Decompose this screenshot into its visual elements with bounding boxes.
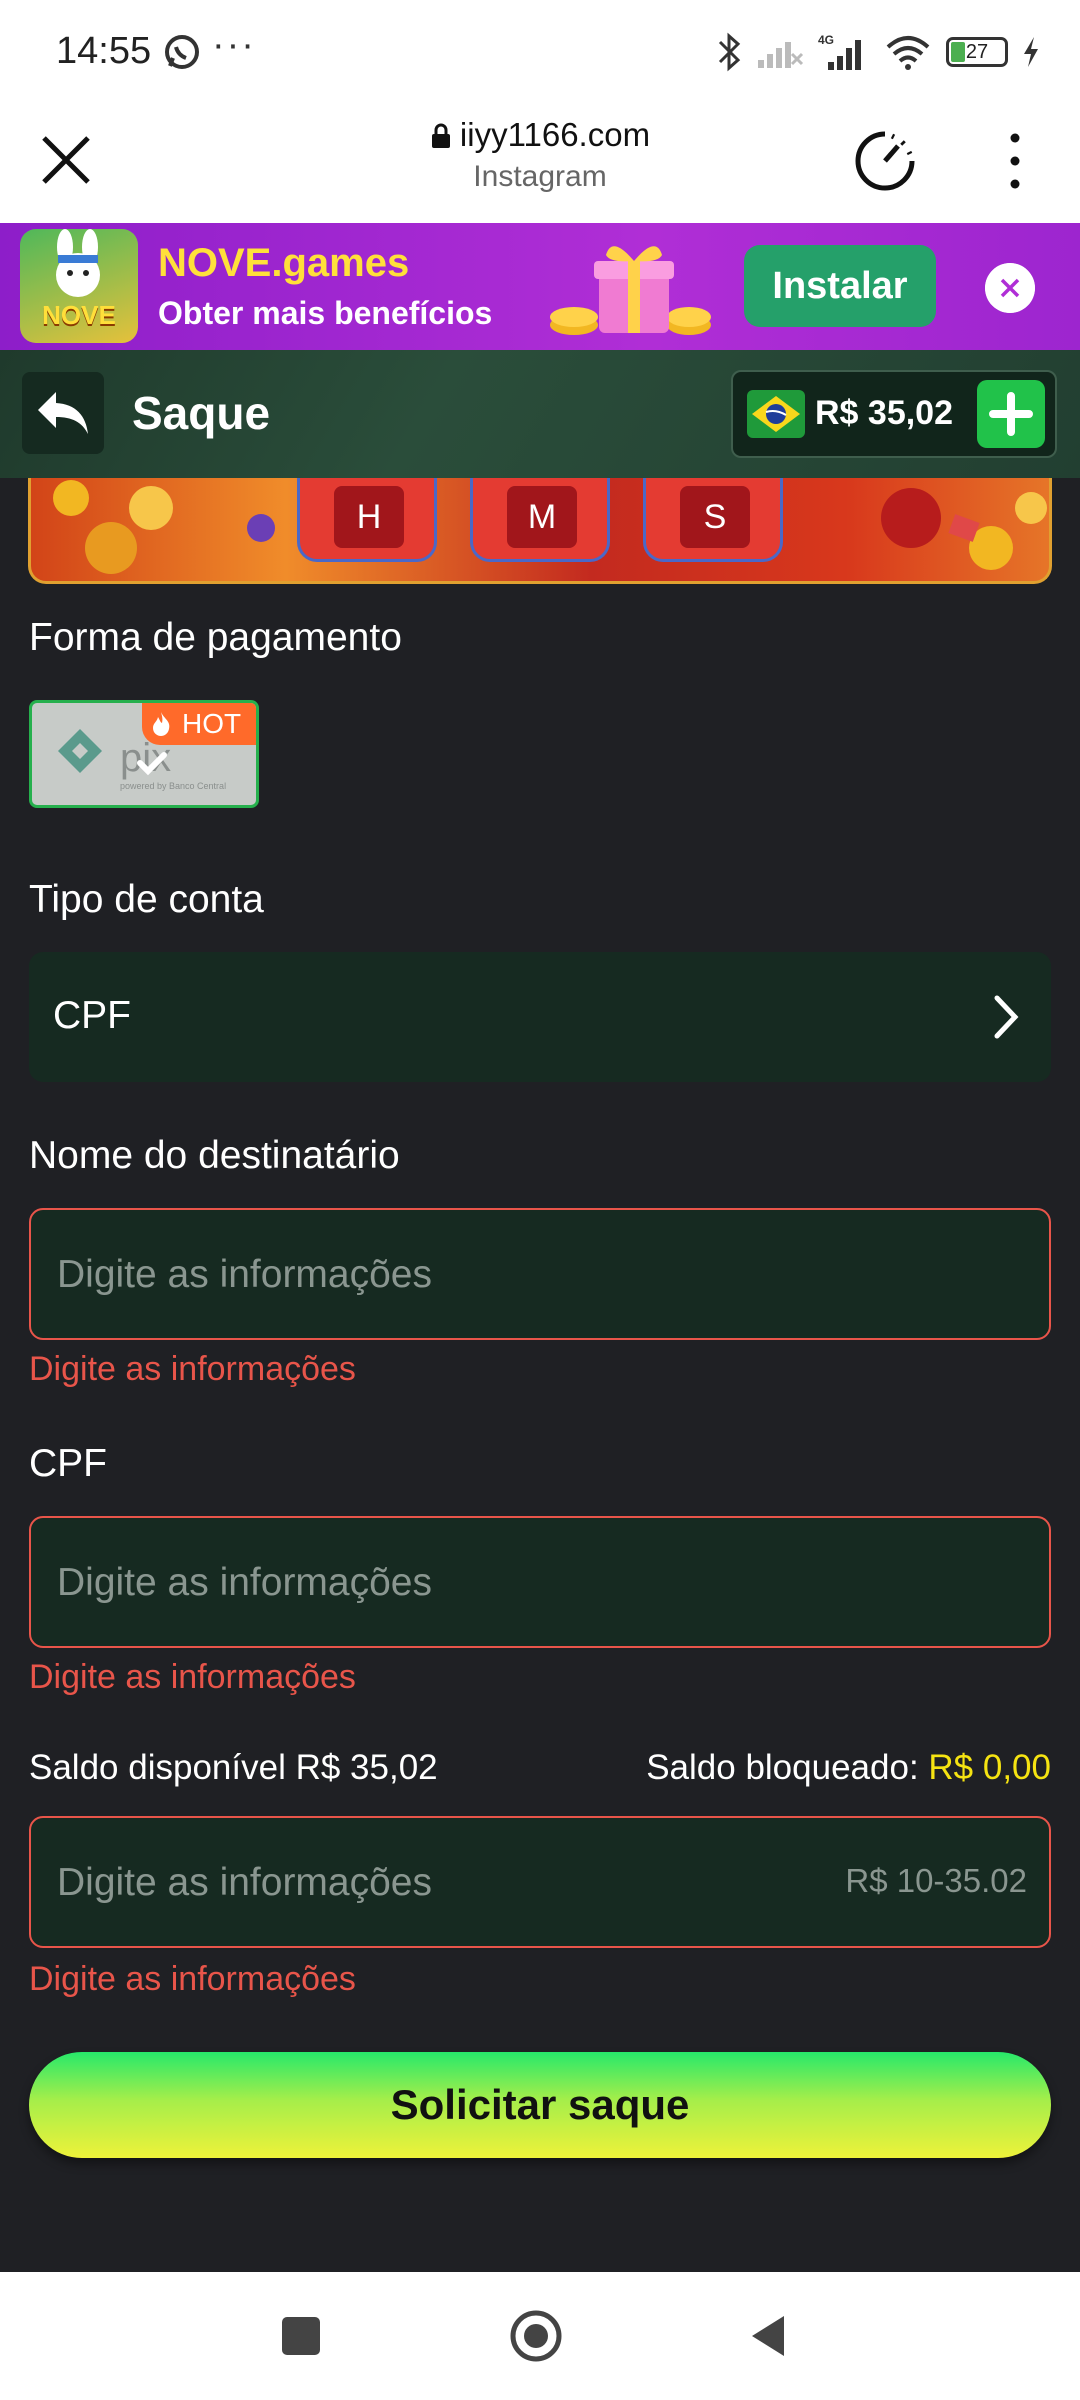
app-logo: NOVE bbox=[20, 229, 138, 343]
recents-icon[interactable] bbox=[282, 2317, 320, 2355]
4g-signal-icon: 4G bbox=[818, 33, 861, 70]
amount-input[interactable] bbox=[55, 1818, 819, 1948]
available-balance-value: R$ 35,02 bbox=[295, 1748, 438, 1787]
blocked-balance: Saldo bloqueado: R$ 0,00 bbox=[646, 1748, 1051, 1788]
ad-title: NOVE.games bbox=[158, 241, 410, 285]
pix-payment-option[interactable]: pix powered by Banco Central HOT bbox=[29, 700, 259, 808]
timer-hours-box: H bbox=[297, 478, 437, 562]
chevron-right-icon bbox=[994, 995, 1019, 1039]
account-type-value: CPF bbox=[53, 994, 131, 1037]
hot-badge: HOT bbox=[142, 703, 256, 745]
whatsapp-icon bbox=[165, 35, 199, 69]
cpf-input[interactable] bbox=[55, 1518, 819, 1648]
account-type-select[interactable]: CPF bbox=[29, 952, 1051, 1082]
browser-subtitle: Instagram bbox=[473, 160, 607, 193]
amount-error: Digite as informações bbox=[29, 1960, 356, 1998]
cpf-error: Digite as informações bbox=[29, 1658, 356, 1696]
more-notifications-icon: ··· bbox=[212, 24, 256, 66]
cpf-label: CPF bbox=[29, 1442, 107, 1485]
speedometer-icon[interactable] bbox=[852, 128, 918, 194]
signal-off-icon bbox=[758, 42, 804, 68]
page-header: Saque R$ 35,02 bbox=[0, 350, 1080, 478]
battery-icon: 27 bbox=[946, 37, 1008, 67]
deposit-button[interactable] bbox=[977, 380, 1045, 448]
recipient-name-label: Nome do destinatário bbox=[29, 1134, 400, 1177]
status-bar: 14:55 ··· 4G 27 bbox=[0, 0, 1080, 100]
back-button[interactable] bbox=[22, 372, 104, 454]
balance-info-row: Saldo disponível R$ 35,02 Saldo bloquead… bbox=[29, 1748, 1051, 1796]
logo-text: NOVE bbox=[42, 300, 116, 330]
blocked-balance-label: Saldo bloqueado: bbox=[646, 1748, 919, 1787]
timer-seconds-box: S bbox=[643, 478, 783, 562]
gift-coins-icon bbox=[550, 246, 711, 335]
install-button[interactable]: Instalar bbox=[744, 245, 936, 327]
browser-bar: iiyy1166.com Instagram bbox=[0, 100, 1080, 224]
recipient-name-field[interactable] bbox=[29, 1208, 1051, 1340]
svg-text:powered by Banco Central: powered by Banco Central bbox=[120, 781, 226, 791]
system-nav-bar bbox=[0, 2272, 1080, 2400]
account-type-label: Tipo de conta bbox=[29, 878, 264, 921]
cpf-field[interactable] bbox=[29, 1516, 1051, 1648]
bluetooth-icon bbox=[718, 32, 741, 72]
available-balance-label: Saldo disponível bbox=[29, 1748, 286, 1787]
back-arrow-icon bbox=[38, 392, 88, 434]
amount-field[interactable]: R$ 10-35.02 bbox=[29, 1816, 1051, 1948]
flame-icon bbox=[153, 712, 170, 736]
wifi-icon bbox=[886, 36, 930, 70]
status-time: 14:55 bbox=[56, 30, 152, 72]
recipient-name-input[interactable] bbox=[55, 1210, 819, 1340]
install-banner: NOVE NOVE.games Obter mais benefícios In… bbox=[0, 223, 1080, 350]
svg-text:4G: 4G bbox=[818, 33, 834, 47]
balance-value: R$ 35,02 bbox=[815, 394, 953, 432]
amount-range-hint: R$ 10-35.02 bbox=[845, 1862, 1027, 1899]
lock-icon bbox=[431, 123, 450, 148]
browser-url[interactable]: iiyy1166.com bbox=[0, 116, 1080, 154]
more-vert-icon[interactable] bbox=[1000, 130, 1030, 192]
back-triangle-icon[interactable] bbox=[748, 2314, 788, 2358]
home-icon[interactable] bbox=[508, 2308, 564, 2364]
page-title: Saque bbox=[132, 387, 271, 439]
available-balance: Saldo disponível R$ 35,02 bbox=[29, 1748, 438, 1788]
brazil-flag-icon bbox=[747, 390, 805, 438]
ad-subtitle: Obter mais benefícios bbox=[158, 295, 493, 331]
blocked-balance-value: R$ 0,00 bbox=[928, 1748, 1051, 1787]
recipient-name-error: Digite as informações bbox=[29, 1350, 356, 1388]
url-text: iiyy1166.com bbox=[459, 116, 651, 153]
charging-icon bbox=[1024, 37, 1038, 67]
balance-box: R$ 35,02 bbox=[731, 370, 1057, 458]
promo-banner: H M S bbox=[28, 478, 1052, 584]
plus-icon bbox=[989, 392, 1033, 436]
timer-minutes-box: M bbox=[470, 478, 610, 562]
request-withdrawal-button[interactable]: Solicitar saque bbox=[29, 2052, 1051, 2158]
payment-method-label: Forma de pagamento bbox=[29, 616, 402, 659]
close-ad-icon[interactable] bbox=[985, 263, 1035, 313]
